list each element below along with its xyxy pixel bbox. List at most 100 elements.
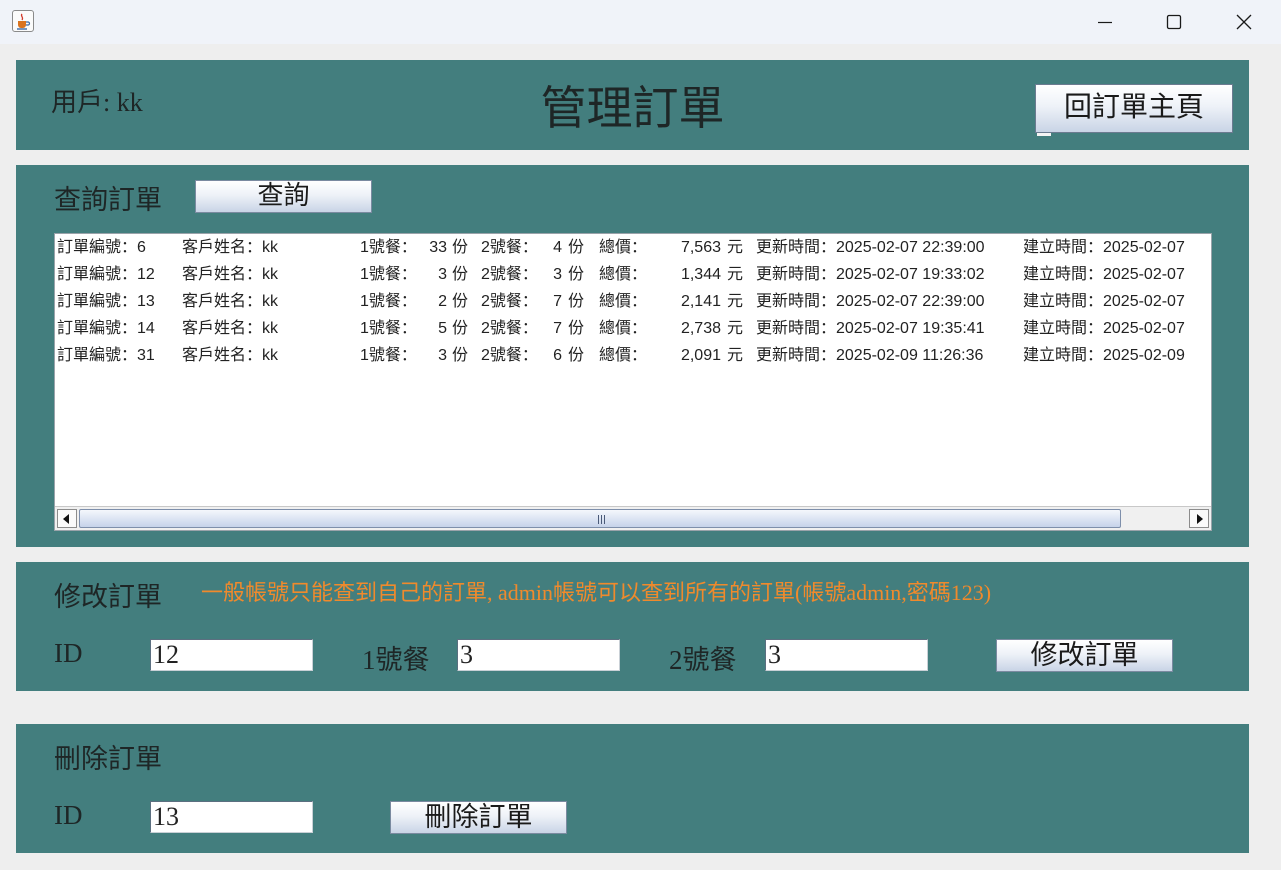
meal2-unit: 份 <box>568 320 585 337</box>
meal2-unit: 份 <box>568 266 585 283</box>
meal2-qty: 4 <box>553 239 562 256</box>
currency-unit: 元 <box>727 293 744 310</box>
close-icon <box>1236 14 1252 30</box>
order-row[interactable]: 訂單編號：31 客戶姓名：kk 1號餐： 3 份 2號餐： 6 份總價： 2,091 元更新時間：… <box>55 342 1211 369</box>
currency-unit: 元 <box>727 347 744 364</box>
updated-time: 更新時間：2025-02-07 19:33:02 <box>756 266 985 283</box>
total-label: 總價： <box>599 239 648 256</box>
meal2-qty: 7 <box>553 320 562 337</box>
back-to-order-home-button[interactable]: 回訂單主頁 <box>1035 84 1233 133</box>
delete-section-title: 刪除訂單 <box>54 744 162 774</box>
minimize-button[interactable] <box>1082 6 1128 38</box>
currency-unit: 元 <box>727 320 744 337</box>
meal1-label: 1號餐： <box>360 293 417 310</box>
grip-icon <box>598 515 605 524</box>
order-list-rows: 訂單編號：6 客戶姓名：kk 1號餐： 33 份 2號餐： 4 份總價： 7,563 元更新時間：… <box>55 234 1211 506</box>
meal1-label: 1號餐： <box>360 239 417 256</box>
meal1-qty: 5 <box>438 320 447 337</box>
edit-meal2-label: 2號餐 <box>669 645 737 675</box>
currency-unit: 元 <box>727 266 744 283</box>
meal2-qty: 3 <box>553 266 562 283</box>
total-price: 7,563 <box>680 239 721 256</box>
order-row[interactable]: 訂單編號：14 客戶姓名：kk 1號餐： 5 份 2號餐： 7 份總價： 2,738 元更新時間：… <box>55 315 1211 342</box>
delete-order-button[interactable]: 刪除訂單 <box>390 801 567 834</box>
order-id: 訂單編號：14 <box>57 320 155 337</box>
edit-id-field[interactable] <box>150 639 313 671</box>
currency-unit: 元 <box>727 239 744 256</box>
meal2-unit: 份 <box>568 293 585 310</box>
query-panel: 查詢訂單 查詢 訂單編號：6 客戶姓名：kk 1號餐： 33 份 2號餐： 4 份總價： 7,5… <box>16 165 1249 547</box>
meal1-label: 1號餐： <box>360 320 417 337</box>
meal2-label: 2號餐： <box>481 239 538 256</box>
delete-panel: 刪除訂單 ID 刪除訂單 <box>16 724 1249 853</box>
updated-time: 更新時間：2025-02-07 22:39:00 <box>756 239 985 256</box>
total-price: 2,141 <box>680 293 721 310</box>
updated-time: 更新時間：2025-02-09 11:26:36 <box>756 347 984 364</box>
meal1-label: 1號餐： <box>360 347 417 364</box>
arrow-left-icon <box>63 514 69 524</box>
edit-meal2-field[interactable] <box>765 639 928 671</box>
button-shadow <box>1037 133 1051 136</box>
updated-time: 更新時間：2025-02-07 22:39:00 <box>756 293 985 310</box>
order-row[interactable]: 訂單編號：12 客戶姓名：kk 1號餐： 3 份 2號餐： 3 份總價： 1,344 元更新時間：… <box>55 261 1211 288</box>
window-titlebar[interactable] <box>0 0 1281 44</box>
total-price: 1,344 <box>680 266 721 283</box>
meal2-unit: 份 <box>568 347 585 364</box>
meal2-qty: 7 <box>553 293 562 310</box>
meal1-unit: 份 <box>452 293 469 310</box>
scroll-left-button[interactable] <box>57 509 77 528</box>
meal1-unit: 份 <box>452 239 469 256</box>
delete-id-field[interactable] <box>150 801 313 833</box>
edit-meal1-field[interactable] <box>457 639 620 671</box>
arrow-right-icon <box>1197 514 1203 524</box>
meal1-qty: 2 <box>438 293 447 310</box>
java-cup-icon <box>12 10 34 32</box>
maximize-button[interactable] <box>1151 6 1197 38</box>
meal2-qty: 6 <box>553 347 562 364</box>
maximize-icon <box>1166 14 1182 30</box>
edit-section-title: 修改訂單 <box>54 582 162 612</box>
order-row[interactable]: 訂單編號：6 客戶姓名：kk 1號餐： 33 份 2號餐： 4 份總價： 7,563 元更新時間：… <box>55 234 1211 261</box>
customer-name: 客戶姓名：kk <box>182 347 279 364</box>
meal1-qty: 3 <box>438 347 447 364</box>
order-id: 訂單編號：31 <box>57 347 155 364</box>
order-list[interactable]: 訂單編號：6 客戶姓名：kk 1號餐： 33 份 2號餐： 4 份總價： 7,563 元更新時間：… <box>54 233 1212 531</box>
updated-time: 更新時間：2025-02-07 19:35:41 <box>756 320 985 337</box>
order-id: 訂單編號：12 <box>57 266 155 283</box>
total-label: 總價： <box>599 266 648 283</box>
delete-id-label: ID <box>54 800 83 830</box>
meal2-label: 2號餐： <box>481 347 538 364</box>
meal1-label: 1號餐： <box>360 266 417 283</box>
total-price: 2,091 <box>680 347 721 364</box>
created-time: 建立時間：2025-02-07 <box>1023 293 1185 310</box>
customer-name: 客戶姓名：kk <box>182 293 279 310</box>
created-time: 建立時間：2025-02-07 <box>1023 266 1185 283</box>
header-panel: 用戶: kk 管理訂單 回訂單主頁 <box>16 60 1249 150</box>
meal2-unit: 份 <box>568 239 585 256</box>
meal2-label: 2號餐： <box>481 320 538 337</box>
close-button[interactable] <box>1221 6 1267 38</box>
order-id: 訂單編號：6 <box>57 239 146 256</box>
meal1-qty: 3 <box>438 266 447 283</box>
meal1-unit: 份 <box>452 320 469 337</box>
horizontal-scrollbar[interactable] <box>55 506 1211 530</box>
edit-panel: 修改訂單 一般帳號只能查到自己的訂單, admin帳號可以查到所有的訂單(帳號a… <box>16 562 1249 691</box>
edit-id-label: ID <box>54 638 83 668</box>
meal2-label: 2號餐： <box>481 293 538 310</box>
meal1-qty: 33 <box>429 239 447 256</box>
meal2-label: 2號餐： <box>481 266 538 283</box>
query-button[interactable]: 查詢 <box>195 180 372 213</box>
total-label: 總價： <box>599 293 648 310</box>
created-time: 建立時間：2025-02-07 <box>1023 320 1185 337</box>
created-time: 建立時間：2025-02-07 <box>1023 239 1185 256</box>
edit-meal1-label: 1號餐 <box>362 645 430 675</box>
total-label: 總價： <box>599 347 648 364</box>
order-row[interactable]: 訂單編號：13 客戶姓名：kk 1號餐： 2 份 2號餐： 7 份總價： 2,141 元更新時間：… <box>55 288 1211 315</box>
scrollbar-thumb[interactable] <box>79 509 1121 528</box>
minimize-icon <box>1098 21 1112 24</box>
scroll-right-button[interactable] <box>1189 509 1209 528</box>
account-notice: 一般帳號只能查到自己的訂單, admin帳號可以查到所有的訂單(帳號admin,… <box>201 580 992 605</box>
update-order-button[interactable]: 修改訂單 <box>996 639 1173 672</box>
customer-name: 客戶姓名：kk <box>182 266 279 283</box>
created-time: 建立時間：2025-02-09 <box>1023 347 1185 364</box>
